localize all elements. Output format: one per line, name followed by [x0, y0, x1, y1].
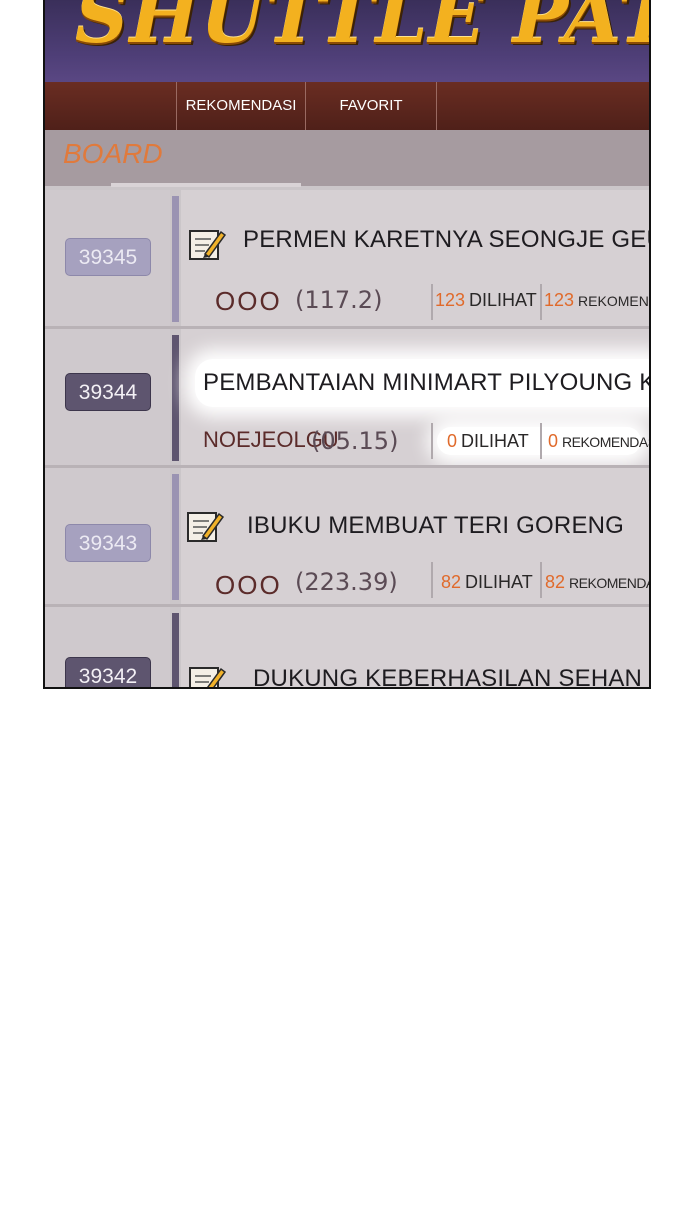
post-title[interactable]: IBUKU MEMBUAT TERI GORENG: [247, 512, 624, 540]
note-edit-icon: [187, 512, 225, 542]
row-divider-bar: [172, 474, 179, 600]
stat-divider: [431, 423, 433, 459]
recs-count: 82: [545, 572, 566, 592]
views-label: DILIHAT: [465, 572, 533, 592]
post-title[interactable]: DUKUNG KEBERHASILAN SEHAN LE: [253, 665, 649, 687]
nav-item-rekomendasi[interactable]: REKOMENDASI: [176, 82, 305, 130]
stat-divider: [431, 284, 433, 320]
post-row[interactable]: 39343 IBUKU MEMBUAT TERI GORENG OOO (223…: [45, 468, 649, 607]
post-title[interactable]: PEMBANTAIAN MINIMART PILYOUNG K: [203, 369, 649, 397]
recs-stat: 0 REKOMENDASI: [548, 431, 651, 452]
post-number-badge: 39345: [65, 238, 151, 276]
recs-count: 123: [544, 290, 575, 310]
views-stat: 82 DILIHAT: [441, 572, 533, 593]
post-number-cell: 39342: [45, 607, 170, 687]
post-number-badge: 39342: [65, 657, 151, 687]
post-number-cell: 39343: [45, 468, 170, 604]
post-row[interactable]: 39345 PERMEN KARETNYA SEONGJE GEUM OOO (…: [45, 190, 649, 329]
stat-divider: [431, 562, 433, 598]
board-tab-underline: [111, 183, 301, 187]
nav-item-favorit[interactable]: FAVORIT: [305, 82, 437, 130]
recs-label: REKOMENDASI: [578, 293, 649, 309]
recs-stat: 123REKOMENDASI: [544, 290, 649, 311]
note-edit-icon: [189, 230, 227, 260]
nav-bar: REKOMENDASI FAVORIT: [45, 82, 649, 130]
post-row[interactable]: 39342 DUKUNG KEBERHASILAN SEHAN LE: [45, 607, 649, 687]
recs-label: REKOMENDASI: [569, 575, 649, 591]
post-row[interactable]: 39344 PEMBANTAIAN MINIMART PILYOUNG K NO…: [45, 329, 651, 468]
recs-label: REKOMENDASI: [562, 434, 651, 450]
post-date: (05.15): [311, 427, 399, 455]
post-number-badge: 39344: [65, 373, 151, 411]
site-banner: SHUTTLE PATCH: [45, 0, 649, 82]
views-count: 123: [435, 290, 466, 310]
post-author: OOO: [215, 286, 282, 316]
views-count: 0: [447, 431, 458, 451]
post-date: (223.39): [295, 568, 398, 596]
stat-divider: [540, 562, 542, 598]
post-author: OOO: [215, 570, 282, 600]
views-stat: 0 DILIHAT: [447, 431, 529, 452]
recs-count: 0: [548, 431, 559, 451]
recs-stat: 82REKOMENDASI: [545, 572, 649, 593]
note-edit-icon: [189, 667, 227, 687]
views-label: DILIHAT: [469, 290, 537, 310]
row-divider-bar: [172, 613, 179, 687]
views-count: 82: [441, 572, 462, 592]
board-title: BOARD: [63, 138, 163, 169]
board-header: BOARD: [45, 130, 649, 186]
webtoon-panel: SHUTTLE PATCH REKOMENDASI FAVORIT BOARD …: [43, 0, 651, 689]
views-stat: 123 DILIHAT: [435, 290, 537, 311]
site-logo: SHUTTLE PATCH: [75, 0, 649, 60]
stat-divider: [540, 423, 542, 459]
post-number-cell: 39344: [45, 329, 170, 465]
views-label: DILIHAT: [461, 431, 529, 451]
post-date: (117.2): [295, 286, 383, 314]
post-title[interactable]: PERMEN KARETNYA SEONGJE GEUM: [243, 226, 649, 254]
post-number-badge: 39343: [65, 524, 151, 562]
stat-divider: [540, 284, 542, 320]
post-number-cell: 39345: [45, 190, 170, 326]
row-divider-bar: [172, 335, 179, 461]
row-divider-bar: [172, 196, 179, 322]
